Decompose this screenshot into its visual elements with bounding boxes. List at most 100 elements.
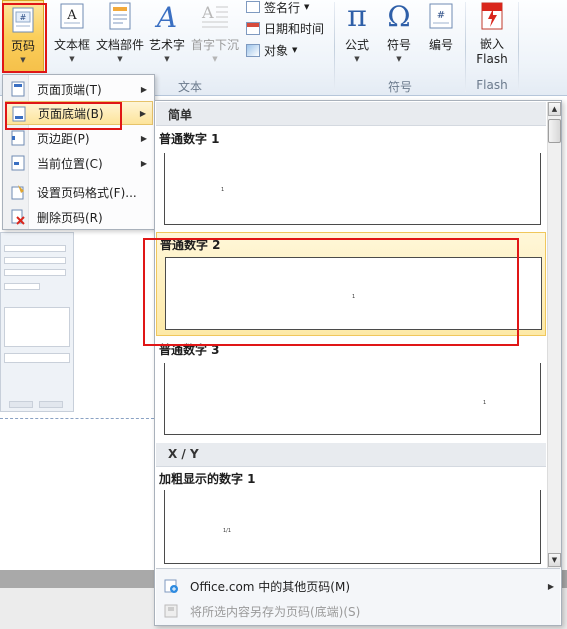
pi-icon: π <box>347 0 367 32</box>
drop-cap-icon: A <box>201 3 228 28</box>
gallery-item-preview: 1 <box>164 363 541 435</box>
menu-item-label: 当前位置(C) <box>37 156 103 171</box>
submenu-arrow-icon: ▶ <box>140 133 147 143</box>
embed-flash-label: 嵌入 <box>479 37 504 51</box>
scroll-up-icon[interactable]: ▲ <box>548 102 561 116</box>
gallery-item-caption: 普通数字 1 <box>159 132 220 146</box>
gallery-item-plain-number-1[interactable]: 普通数字 1 1 <box>156 127 546 228</box>
submenu-arrow-icon: ▶ <box>140 84 147 94</box>
svg-text:Ω: Ω <box>387 0 410 32</box>
symbol-label: 符号 <box>386 38 411 52</box>
page-margin-icon <box>11 130 25 146</box>
embed-flash-label-2: Flash <box>476 52 508 66</box>
page-number-menu: 页面顶端(T) ▶ 页面底端(B) ▶ 页边距(P) ▶ 当前位置(C) ▶ 设… <box>2 74 155 230</box>
more-page-numbers-online-item[interactable]: Office.com 中的其他页码(M) ▶ <box>156 574 560 598</box>
page-number-sample: 1 <box>221 187 225 193</box>
gallery-item-caption: 普通数字 3 <box>159 343 220 357</box>
wordart-icon: A <box>154 1 177 31</box>
wordart-label: 艺术字 <box>148 38 185 52</box>
page-number-button[interactable]: # 页码 ▼ <box>2 0 44 73</box>
signature-line-button[interactable]: 签名行 ▼ <box>246 0 309 17</box>
group-separator <box>518 2 519 92</box>
drop-cap-button[interactable]: A 首字下沉 ▼ <box>188 0 242 72</box>
thumbnail-field <box>4 269 66 276</box>
date-time-label: 日期和时间 <box>264 21 325 36</box>
symbol-button[interactable]: Ω 符号 ▼ <box>377 0 421 72</box>
menu-item-bottom-of-page[interactable]: 页面底端(B) ▶ <box>5 101 153 125</box>
gallery-item-caption: 加粗显示的数字 1 <box>159 472 256 486</box>
save-selection-item[interactable]: 将所选内容另存为页码(底端)(S) <box>156 599 560 623</box>
gallery-section-header: X / Y <box>156 443 546 467</box>
svg-text:#: # <box>20 13 27 22</box>
gallery-item-preview: 1/1 <box>164 490 541 564</box>
svg-text:π: π <box>347 0 367 32</box>
gallery-item-plain-number-2[interactable]: 普通数字 2 1 <box>156 232 546 336</box>
thumbnail-field <box>4 353 70 363</box>
wordart-button[interactable]: A 艺术字 ▼ <box>146 0 188 72</box>
page-bottom-icon <box>12 106 26 122</box>
gallery-scrollbar[interactable]: ▲ ▼ <box>547 102 561 568</box>
menu-item-page-margins[interactable]: 页边距(P) ▶ <box>5 126 153 150</box>
page-number-sample: 1/1 <box>223 528 232 534</box>
submenu-arrow-icon: ▶ <box>547 581 554 591</box>
calendar-icon <box>246 21 260 35</box>
group-label-text: 文本 <box>177 80 202 94</box>
submenu-arrow-icon: ▶ <box>140 158 147 168</box>
numbering-icon: # <box>429 3 453 29</box>
embed-flash-button[interactable]: 嵌入 Flash <box>469 0 515 72</box>
menu-item-remove-page-numbers[interactable]: 删除页码(R) <box>5 205 153 229</box>
date-time-button[interactable]: 日期和时间 <box>246 18 324 38</box>
section-title-simple: 简单 <box>168 108 193 122</box>
scroll-thumb[interactable] <box>548 119 561 143</box>
gallery-item-preview: 1 <box>165 257 542 330</box>
signature-line-icon <box>246 1 260 13</box>
menu-item-label: 页面底端(B) <box>38 106 104 121</box>
gallery-item-plain-number-3[interactable]: 普通数字 3 1 <box>156 339 546 439</box>
chevron-down-icon: ▼ <box>292 46 298 54</box>
group-separator <box>465 2 466 92</box>
chevron-down-icon: ▼ <box>212 55 218 63</box>
object-icon <box>246 43 260 57</box>
scroll-down-icon[interactable]: ▼ <box>548 553 561 567</box>
chevron-down-icon: ▼ <box>20 56 26 64</box>
numbering-button[interactable]: # 编号 <box>421 0 461 72</box>
thumbnail-panel <box>4 307 70 347</box>
gallery-item-bold-numbers-1[interactable]: 加粗显示的数字 1 1/1 <box>156 468 546 566</box>
drop-cap-label: 首字下沉 <box>190 38 239 52</box>
thumbnail-field <box>4 245 66 252</box>
text-box-label: 文本框 <box>53 38 90 52</box>
group-separator <box>334 2 335 92</box>
equation-label: 公式 <box>344 38 369 52</box>
page-top-icon <box>11 81 25 97</box>
object-button[interactable]: 对象 ▼ <box>246 40 297 60</box>
save-selection-label: 将所选内容另存为页码(底端)(S) <box>190 604 361 619</box>
current-position-icon <box>11 155 25 171</box>
gallery-footer: Office.com 中的其他页码(M) ▶ 将所选内容另存为页码(底端)(S) <box>156 568 560 625</box>
svg-text:A: A <box>66 8 77 23</box>
save-to-gallery-icon <box>164 604 178 618</box>
thumbnail-field <box>4 257 66 264</box>
menu-item-label: 设置页码格式(F)... <box>37 185 137 200</box>
svg-text:A: A <box>201 3 214 22</box>
numbering-label: 编号 <box>428 38 453 52</box>
quick-parts-icon <box>109 2 131 30</box>
submenu-arrow-icon: ▶ <box>139 108 146 118</box>
object-label: 对象 <box>264 43 289 58</box>
menu-item-label: 页面顶端(T) <box>37 82 102 97</box>
chevron-down-icon: ▼ <box>304 3 310 11</box>
menu-item-format-page-numbers[interactable]: 设置页码格式(F)... <box>5 180 153 204</box>
svg-text:A: A <box>154 1 177 31</box>
chevron-down-icon: ▼ <box>164 55 170 63</box>
gallery-item-preview: 1 <box>164 153 541 225</box>
menu-item-current-position[interactable]: 当前位置(C) ▶ <box>5 151 153 175</box>
thumbnail-button <box>9 401 33 408</box>
bottom-of-page-gallery: 简单 普通数字 1 1 普通数字 2 1 普通数字 3 1 X / Y 加粗显示… <box>154 100 562 626</box>
text-box-button[interactable]: A 文本框 ▼ <box>50 0 94 72</box>
equation-button[interactable]: π 公式 ▼ <box>337 0 377 72</box>
section-title-xy: X / Y <box>168 447 199 461</box>
office-online-icon <box>164 579 178 593</box>
menu-item-top-of-page[interactable]: 页面顶端(T) ▶ <box>5 77 153 101</box>
quick-parts-button[interactable]: 文档部件 ▼ <box>94 0 146 72</box>
thumbnail-button <box>39 401 63 408</box>
page-number-sample: 1 <box>483 400 487 406</box>
